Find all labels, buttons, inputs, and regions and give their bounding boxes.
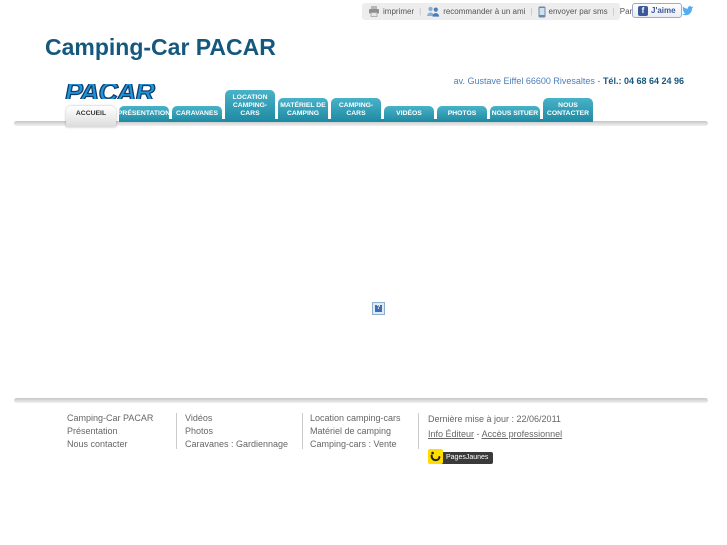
tab-presentation[interactable]: PRÉSENTATION — [118, 105, 170, 122]
address-separator: - — [597, 76, 601, 86]
footer-link-camping-cars-vente[interactable]: Camping-cars : Vente — [310, 438, 401, 451]
separator: | — [612, 7, 615, 16]
footer-link-location-camping-cars[interactable]: Location camping-cars — [310, 412, 401, 425]
printer-icon — [369, 6, 379, 17]
people-icon — [427, 6, 440, 17]
share-toolbar: imprimer | recommander à un ami | envoye… — [362, 3, 694, 20]
sms-button[interactable]: envoyer par sms — [538, 6, 608, 18]
footer-link-accueil[interactable]: Camping-Car PACAR — [67, 412, 153, 425]
last-update: Dernière mise à jour : 22/06/2011 — [428, 414, 561, 424]
tab-caravanes[interactable]: CARAVANES — [172, 105, 222, 122]
facebook-like-button[interactable]: f J'aime — [632, 3, 682, 18]
tab-nous-contacter[interactable]: NOUS CONTACTER — [543, 97, 593, 122]
separator: | — [530, 7, 533, 16]
sms-label: envoyer par sms — [548, 7, 608, 16]
footer-divider — [176, 413, 177, 449]
page-title: Camping-Car PACAR — [45, 34, 276, 60]
footer-link-presentation[interactable]: Présentation — [67, 425, 153, 438]
footer-link-videos[interactable]: Vidéos — [185, 412, 288, 425]
recommend-button[interactable]: recommander à un ami — [426, 6, 525, 17]
footer-link-caravanes-gardiennage[interactable]: Caravanes : Gardiennage — [185, 438, 288, 451]
tab-videos[interactable]: VIDÉOS — [384, 105, 434, 122]
footer-link-materiel-de-camping[interactable]: Matériel de camping — [310, 425, 401, 438]
pagesjaunes-smiley-icon — [428, 449, 443, 464]
info-editeur-link[interactable]: Info Éditeur — [428, 429, 474, 439]
print-label: imprimer — [383, 7, 415, 16]
tab-photos[interactable]: PHOTOS — [437, 105, 487, 122]
tab-materiel-de-camping[interactable]: MATÉRIEL DE CAMPING — [278, 97, 328, 122]
mobile-phone-icon — [538, 6, 546, 17]
footer-column-1: Camping-Car PACAR Présentation Nous cont… — [67, 412, 153, 451]
footer-column-2: Vidéos Photos Caravanes : Gardiennage — [185, 412, 288, 451]
tab-nous-situer[interactable]: NOUS SITUER — [490, 105, 540, 122]
tab-camping-cars[interactable]: CAMPING-CARS — [331, 97, 381, 122]
tab-location-camping-cars[interactable]: LOCATION CAMPING-CARS — [225, 89, 275, 122]
main-navigation: ACCUEIL PRÉSENTATION CARAVANES LOCATION … — [66, 89, 593, 127]
footer-column-3: Location camping-cars Matériel de campin… — [310, 412, 401, 451]
tab-accueil[interactable]: ACCUEIL — [66, 105, 116, 127]
footer-link-nous-contacter[interactable]: Nous contacter — [67, 438, 153, 451]
phone-number: Tél.: 04 68 64 24 96 — [602, 76, 684, 86]
like-label: J'aime — [651, 6, 676, 15]
content-bottom-edge — [14, 398, 708, 403]
address-line: av. Gustave Eiffel 66600 Rivesaltes - Té… — [454, 76, 684, 86]
address-text: av. Gustave Eiffel 66600 Rivesaltes — [453, 76, 595, 86]
broken-image-icon: ? — [372, 302, 385, 315]
editor-links: Info Éditeur - Accès professionnel — [428, 427, 562, 442]
separator: | — [419, 7, 422, 16]
pagesjaunes-label: PagesJaunes — [437, 452, 494, 464]
footer-divider — [302, 413, 303, 449]
footer-meta: Dernière mise à jour : 22/06/2011 Info É… — [428, 412, 562, 442]
print-button[interactable]: imprimer — [368, 6, 414, 17]
link-separator: - — [476, 429, 480, 439]
footer-link-photos[interactable]: Photos — [185, 425, 288, 438]
broken-image-glyph: ? — [375, 305, 382, 312]
page: imprimer | recommander à un ami | envoye… — [0, 0, 727, 545]
twitter-icon[interactable] — [681, 6, 694, 17]
recommend-label: recommander à un ami — [443, 7, 526, 16]
facebook-icon: f — [638, 5, 648, 16]
footer-divider — [418, 413, 419, 449]
acces-professionnel-link[interactable]: Accès professionnel — [482, 429, 563, 439]
